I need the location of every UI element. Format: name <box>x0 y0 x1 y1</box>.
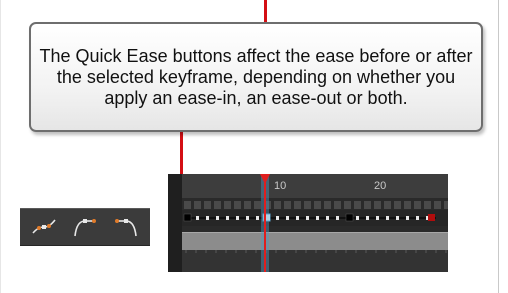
frame-cell <box>324 201 331 209</box>
frame-ruler[interactable]: 10 20 <box>182 174 448 198</box>
screenshot-canvas: The Quick Ease buttons affect the ease b… <box>0 0 508 293</box>
right-border <box>498 0 499 293</box>
timeline-layer-column <box>168 174 182 272</box>
frame-dot <box>226 216 229 220</box>
frame-cell <box>404 201 411 209</box>
frame-dot <box>376 216 379 220</box>
frame-dot <box>256 216 259 220</box>
frame-cell <box>354 201 361 209</box>
keyframe-end[interactable] <box>428 214 435 221</box>
frame-cell <box>444 201 448 209</box>
frame-cell <box>434 201 441 209</box>
frame-label-20: 20 <box>374 180 387 192</box>
playhead-handle[interactable] <box>260 174 270 184</box>
frame-cell <box>224 201 231 209</box>
frame-dot <box>216 216 219 220</box>
frame-cell <box>414 201 421 209</box>
frame-dot <box>196 216 199 220</box>
connector-line-vertical <box>180 132 183 176</box>
frame-cell <box>254 201 261 209</box>
frame-cell <box>234 201 241 209</box>
frame-dot <box>246 216 249 220</box>
frame-cell <box>424 201 431 209</box>
frame-cell <box>244 201 251 209</box>
frame-cell <box>284 201 291 209</box>
frame-cell <box>334 201 341 209</box>
quick-ease-toolbar <box>20 208 150 246</box>
frame-ticks <box>182 198 448 210</box>
frame-dot <box>416 216 419 220</box>
frame-cell <box>374 201 381 209</box>
frame-dot <box>286 216 289 220</box>
ease-in-icon <box>114 219 137 237</box>
frame-dot <box>366 216 369 220</box>
frame-cell <box>274 201 281 209</box>
timeline-panel[interactable]: 10 20 <box>168 174 448 272</box>
ease-in-out-icon <box>32 219 56 234</box>
callout-box: The Quick Ease buttons affect the ease b… <box>29 22 483 132</box>
ease-in-button[interactable] <box>111 213 141 241</box>
keyframe-start[interactable] <box>183 213 192 222</box>
frame-cell <box>184 201 191 209</box>
frame-dot <box>396 216 399 220</box>
frame-cell <box>304 201 311 209</box>
timeline-layer-bar[interactable] <box>182 232 448 250</box>
frame-dot <box>356 216 359 220</box>
frame-cell <box>194 201 201 209</box>
frame-dot <box>206 216 209 220</box>
frame-cell <box>364 201 371 209</box>
frame-cell <box>214 201 221 209</box>
left-border <box>0 0 1 293</box>
frame-dot <box>336 216 339 220</box>
frame-dot <box>316 216 319 220</box>
keyframe-middle[interactable] <box>345 213 354 222</box>
connector-line-top <box>264 0 267 22</box>
timeline-bottom-track <box>182 250 448 272</box>
frame-cell <box>384 201 391 209</box>
frame-cell <box>344 201 351 209</box>
frame-cell <box>294 201 301 209</box>
frame-dot <box>326 216 329 220</box>
ease-in-out-button[interactable] <box>29 213 59 241</box>
frame-cell <box>314 201 321 209</box>
frame-dot <box>236 216 239 220</box>
frame-dot <box>276 216 279 220</box>
callout-text: The Quick Ease buttons affect the ease b… <box>39 45 473 108</box>
frame-dot <box>386 216 389 220</box>
frame-label-10: 10 <box>274 180 287 192</box>
ease-out-button[interactable] <box>70 213 100 241</box>
frame-dot <box>406 216 409 220</box>
keyframe-row[interactable] <box>182 210 448 226</box>
frame-cell <box>394 201 401 209</box>
bottom-ticks-svg <box>185 250 447 253</box>
frame-dot <box>306 216 309 220</box>
keyframe-row-svg <box>183 213 436 222</box>
frame-dot <box>296 216 299 220</box>
playhead-line[interactable] <box>264 174 266 272</box>
frame-cell <box>204 201 211 209</box>
ease-out-icon <box>74 219 96 237</box>
